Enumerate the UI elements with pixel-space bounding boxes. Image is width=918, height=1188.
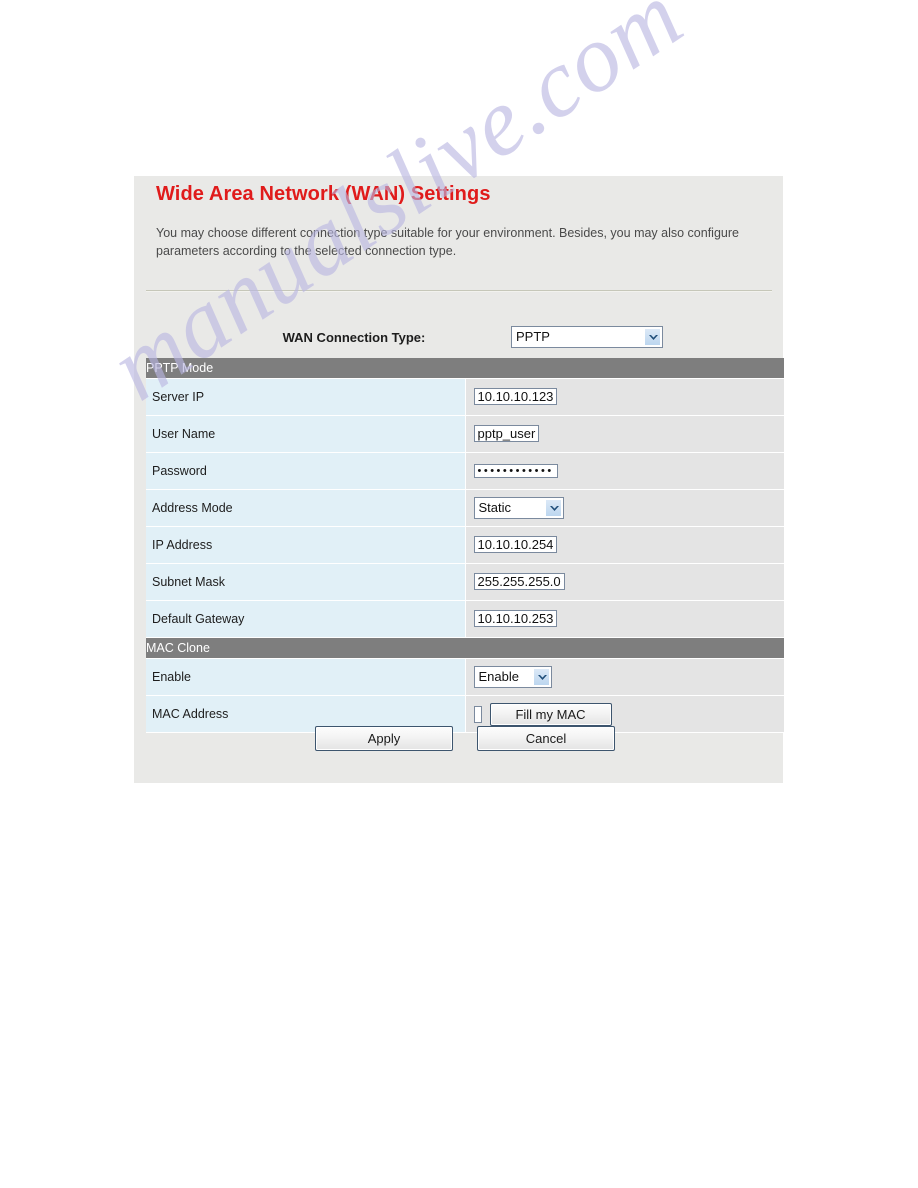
password-input[interactable]: •••••••••••• xyxy=(473,464,558,478)
label-default-gateway: Default Gateway xyxy=(146,600,466,638)
address-mode-select[interactable]: Static xyxy=(473,497,564,519)
subnet-mask-input[interactable]: 255.255.255.0 xyxy=(473,573,565,590)
server-ip-input[interactable]: 10.10.10.123 xyxy=(473,388,558,405)
section-header-mac-clone-label: MAC Clone xyxy=(146,637,784,659)
value-default-gateway: 10.10.10.253 xyxy=(465,600,784,638)
chevron-down-icon[interactable] xyxy=(544,499,562,517)
label-ip-address: IP Address xyxy=(146,526,466,564)
table-row: IP Address 10.10.10.254 xyxy=(146,526,784,564)
page-description: You may choose different connection type… xyxy=(156,226,739,258)
wan-settings-table: PPTP Mode Server IP 10.10.10.123 User Na… xyxy=(146,358,784,733)
wan-connection-type-row: WAN Connection Type: PPTP xyxy=(134,324,783,356)
chevron-down-glyph xyxy=(537,675,547,680)
label-server-ip: Server IP xyxy=(146,378,466,416)
default-gateway-input[interactable]: 10.10.10.253 xyxy=(473,610,558,627)
chevron-down-icon[interactable] xyxy=(532,668,550,686)
mac-clone-enable-select[interactable]: Enable xyxy=(473,666,552,688)
wan-settings-panel: Wide Area Network (WAN) Settings You may… xyxy=(134,176,784,783)
cancel-button[interactable]: Cancel xyxy=(477,726,615,751)
section-header-mac-clone: MAC Clone xyxy=(146,637,784,659)
table-row: Enable Enable xyxy=(146,658,784,696)
table-row: User Name pptp_user xyxy=(146,415,784,453)
value-user-name: pptp_user xyxy=(465,415,784,453)
ip-address-input[interactable]: 10.10.10.254 xyxy=(473,536,558,553)
page-title: Wide Area Network (WAN) Settings xyxy=(156,183,491,205)
table-row: Default Gateway 10.10.10.253 xyxy=(146,600,784,638)
table-row: Subnet Mask 255.255.255.0 xyxy=(146,563,784,601)
table-row: Server IP 10.10.10.123 xyxy=(146,378,784,416)
section-header-pptp-mode-label: PPTP Mode xyxy=(146,358,784,379)
value-server-ip: 10.10.10.123 xyxy=(465,378,784,416)
wan-connection-type-value: PPTP xyxy=(516,329,550,344)
value-password: •••••••••••• xyxy=(465,452,784,490)
label-user-name: User Name xyxy=(146,415,466,453)
divider xyxy=(146,290,772,292)
mac-address-input[interactable] xyxy=(473,705,482,723)
chevron-down-glyph xyxy=(549,506,559,511)
chevron-down-icon[interactable] xyxy=(644,328,661,346)
label-mac-clone-enable: Enable xyxy=(146,658,466,696)
fill-my-mac-button[interactable]: Fill my MAC xyxy=(489,702,612,726)
chevron-down-glyph xyxy=(649,335,658,340)
table-row: Address Mode Static xyxy=(146,489,784,527)
action-bar: Apply Cancel xyxy=(146,726,784,751)
label-address-mode: Address Mode xyxy=(146,489,466,527)
apply-button[interactable]: Apply xyxy=(315,726,453,751)
value-address-mode: Static xyxy=(465,489,784,527)
label-password: Password xyxy=(146,452,466,490)
wan-connection-type-select[interactable]: PPTP xyxy=(511,326,663,348)
wan-connection-type-label: WAN Connection Type: xyxy=(282,330,426,345)
table-row: Password •••••••••••• xyxy=(146,452,784,490)
label-subnet-mask: Subnet Mask xyxy=(146,563,466,601)
section-header-pptp-mode: PPTP Mode xyxy=(146,358,784,379)
value-ip-address: 10.10.10.254 xyxy=(465,526,784,564)
value-mac-clone-enable: Enable xyxy=(465,658,784,696)
value-subnet-mask: 255.255.255.0 xyxy=(465,563,784,601)
user-name-input[interactable]: pptp_user xyxy=(473,425,540,442)
